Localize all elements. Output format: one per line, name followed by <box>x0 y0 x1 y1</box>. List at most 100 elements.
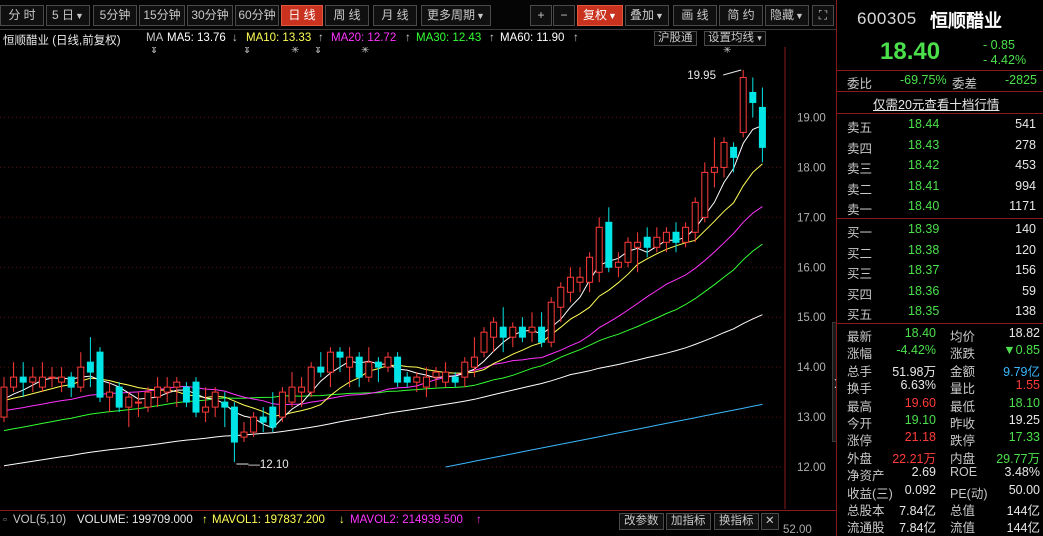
level-label: 买二 <box>847 246 873 261</box>
level-price: 18.40 <box>908 199 940 213</box>
candle-down <box>605 221 613 268</box>
stock-code: 600305 <box>857 9 917 28</box>
level-label: 卖四 <box>847 141 873 156</box>
toolbar-button-5[interactable]: 60分钟 <box>235 5 279 26</box>
toolbar-button-2[interactable]: 5分钟 <box>93 5 137 26</box>
candle-up <box>528 326 536 333</box>
level-price: 18.37 <box>908 263 940 277</box>
order-book-row[interactable]: 卖四 18.43 278 <box>837 136 1043 156</box>
toolbar-button-14[interactable]: 画 线 <box>673 5 717 26</box>
candle-up <box>576 276 584 283</box>
ma-label[interactable]: MA <box>146 32 163 44</box>
candle-up <box>557 286 565 308</box>
toolbar-button-11[interactable]: − <box>553 5 575 26</box>
level-label: 买三 <box>847 267 873 281</box>
candle-up <box>384 356 392 368</box>
toolbar-button-label: 5分钟 <box>99 8 131 22</box>
stat-value: 19.60 <box>904 395 936 410</box>
order-book-row[interactable]: 卖三 18.42 453 <box>837 156 1043 176</box>
order-book-row[interactable]: 买五 18.35 138 <box>837 302 1043 322</box>
stats-row: 总股本 7.84亿 总值 144亿 <box>837 499 1043 518</box>
toolbar-button-label: 月 线 <box>381 8 409 22</box>
toolbar-button-6[interactable]: 日 线 <box>281 5 323 26</box>
event-marker-icon: ✳ <box>361 47 369 56</box>
ma-settings-button[interactable]: 设置均线 ▾ <box>704 31 766 46</box>
toolbar-button-1[interactable]: 5 日▼ <box>46 5 90 26</box>
divider <box>837 113 1043 114</box>
ma10-up-icon: ↑ <box>318 32 324 44</box>
toolbar-button-label: 画 线 <box>681 8 709 22</box>
hgt-button[interactable]: 沪股通 <box>654 31 697 46</box>
candle-down <box>499 326 507 338</box>
stat-value: 17.33 <box>1008 430 1040 445</box>
order-book-row[interactable]: 买一 18.39 140 <box>837 220 1043 240</box>
event-marker-icon: ⇕ <box>150 47 158 56</box>
toolbar-button-9[interactable]: 更多周期▼ <box>421 5 491 26</box>
toolbar-button-17[interactable]: ⛶ <box>812 5 834 26</box>
toolbar-button-13[interactable]: 叠加▼ <box>625 5 669 26</box>
stat-value: 50.00 <box>1008 482 1040 497</box>
order-book-row[interactable]: 买四 18.36 59 <box>837 282 1043 302</box>
candle-up <box>701 171 709 218</box>
candle-up <box>288 386 296 403</box>
candle-up <box>134 401 142 404</box>
order-book-row[interactable]: 卖二 18.41 994 <box>837 177 1043 197</box>
stats-row: 涨幅 -4.42% 涨跌 ▼0.85 <box>837 342 1043 361</box>
order-book-row[interactable]: 买二 18.38 120 <box>837 241 1043 261</box>
weibi-value: -69.75% <box>900 73 947 87</box>
toolbar-button-12[interactable]: 复权▼ <box>577 5 623 26</box>
toolbar-button-3[interactable]: 15分钟 <box>139 5 185 26</box>
level-label: 买四 <box>847 287 873 302</box>
kline-svg[interactable]: 19.00 18.00 17.00 16.00 15.00 14.00 13.00 12.00… <box>0 47 836 509</box>
candle-down <box>355 356 363 378</box>
toolbar-button-7[interactable]: 周 线 <box>325 5 369 26</box>
candle-down <box>269 406 277 428</box>
change-params-button[interactable]: 改参数 <box>619 513 664 530</box>
order-book-row[interactable]: 卖一 18.40 1171 <box>837 197 1043 217</box>
order-book-row[interactable]: 买三 18.37 156 <box>837 261 1043 281</box>
mavol2-value: MAVOL2: 214939.500 <box>350 514 463 526</box>
candle-up <box>547 301 555 343</box>
level10-quote-link[interactable]: 仅需20元查看十档行情 <box>873 94 999 113</box>
candle-up <box>144 391 152 408</box>
candle-down <box>403 376 411 383</box>
chevron-down-icon: ▼ <box>608 11 617 21</box>
candle-down <box>221 401 229 408</box>
candle-up <box>278 391 286 418</box>
toolbar-button-10[interactable]: + <box>530 5 552 26</box>
volume-indicator-bar: ▫ VOL(5,10) VOLUME: 199709.000 ↑ MAVOL1:… <box>0 510 836 536</box>
stat-label: 流通股 <box>847 521 885 536</box>
order-book-row[interactable]: 卖五 18.44 541 <box>837 115 1043 135</box>
candle-down <box>96 351 104 398</box>
stat-value: 19.10 <box>904 413 936 427</box>
divider <box>837 218 1043 219</box>
stat-value: -4.42% <box>896 343 936 358</box>
ma60-value: MA60: 11.90 <box>500 32 565 44</box>
candle-up <box>566 276 574 293</box>
toolbar-button-label: 更多周期 <box>427 8 476 22</box>
toolbar-button-label: 简 约 <box>727 8 755 22</box>
candle-up <box>365 361 373 378</box>
candle-up <box>173 381 181 388</box>
candle-up <box>739 76 747 133</box>
toolbar-button-label: 叠加 <box>630 8 655 22</box>
toolbar-button-label: 隐藏 <box>770 8 795 22</box>
toolbar-button-label: ⛶ <box>818 8 828 22</box>
candle-up <box>653 236 661 248</box>
candle-up <box>682 226 690 243</box>
switch-indicator-button[interactable]: 换指标 <box>714 513 759 530</box>
toolbar-button-15[interactable]: 简 约 <box>719 5 763 26</box>
toolbar-button-4[interactable]: 30分钟 <box>187 5 233 26</box>
stat-value: 21.18 <box>904 430 936 445</box>
kline-chart[interactable]: 19.00 18.00 17.00 16.00 15.00 14.00 13.00 12.00… <box>0 47 836 509</box>
candle-down <box>374 361 382 368</box>
toolbar-button-8[interactable]: 月 线 <box>373 5 417 26</box>
candle-up <box>490 321 498 338</box>
candle-down <box>182 386 190 403</box>
add-indicator-button[interactable]: 加指标 <box>666 513 711 530</box>
level-label: 卖一 <box>847 203 873 217</box>
toolbar-button-16[interactable]: 隐藏▼ <box>765 5 809 26</box>
candle-up <box>10 376 18 388</box>
toolbar-button-0[interactable]: 分 时 <box>0 5 44 26</box>
close-icon[interactable]: ✕ <box>761 513 779 530</box>
